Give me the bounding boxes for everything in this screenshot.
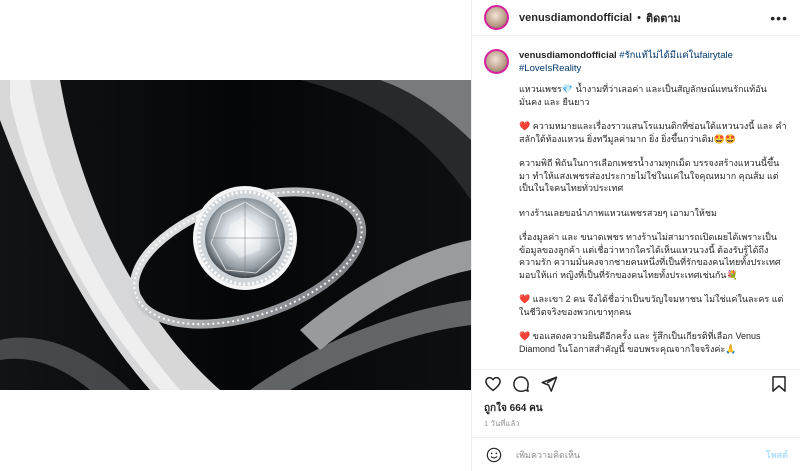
action-bar <box>472 369 800 397</box>
post-comment-button[interactable]: โพสต์ <box>766 448 788 462</box>
save-button[interactable] <box>768 373 790 395</box>
comment-input[interactable] <box>516 449 766 460</box>
gem-icon: 💎 <box>561 84 574 94</box>
caption-paragraph: ความพิถี พิถันในการเลือกเพชรน้ำงามทุกเม็… <box>519 158 780 193</box>
caption-paragraph: แหวนเพชร💎 น้ำงามที่ว่าเลอค่า และเป็นสัญล… <box>519 83 788 108</box>
caption-paragraph: ❤️ ความหมายและเรื่องราวแสนโรแมนติกที่ซ่อ… <box>519 120 788 145</box>
heart-emoji-icon: ❤️ <box>519 331 531 341</box>
post-media <box>0 0 471 471</box>
username-link[interactable]: venusdiamondofficial <box>519 12 632 24</box>
caption-text: แหวนเพชร💎 น้ำงามที่ว่าเลอค่า และเป็นสัญล… <box>519 83 788 355</box>
hashtag-link[interactable]: #LoveIsReality <box>519 63 581 74</box>
ring-image <box>0 80 471 390</box>
post-panel: venusdiamondofficial • ติดตาม ••• venusd… <box>471 0 800 471</box>
heart-icon <box>485 376 501 391</box>
post-header: venusdiamondofficial • ติดตาม ••• <box>472 0 800 36</box>
avatar[interactable] <box>484 49 509 74</box>
avatar[interactable] <box>484 5 509 30</box>
caption-paragraph: ทางร้านเลยขอนำภาพแหวนเพชรสวยๆ เอามาให้ชม <box>519 207 717 218</box>
caption-span: ขอแสดงความยินดีอีกครั้ง และ รู้สึกเป็นเก… <box>519 331 761 354</box>
more-options-icon[interactable]: ••• <box>770 10 788 26</box>
caption-title: venusdiamondofficial #รักแท้ไม่ได้มีแค่ใ… <box>519 49 733 75</box>
separator-dot: • <box>637 11 641 24</box>
caption-header: venusdiamondofficial #รักแท้ไม่ได้มีแค่ใ… <box>484 49 788 75</box>
caption-username-link[interactable]: venusdiamondofficial <box>519 50 617 61</box>
likes-count[interactable]: ถูกใจ 664 คน <box>484 401 543 416</box>
heart-emoji-icon: ❤️ <box>519 121 531 131</box>
ring-photo[interactable] <box>0 80 471 390</box>
comment-icon <box>513 375 529 392</box>
caption-paragraph: ❤️ ขอแสดงความยินดีอีกครั้ง และ รู้สึกเป็… <box>519 330 788 355</box>
caption-span: แหวนเพชร <box>519 84 562 94</box>
caption-span: และเขา 2 คน จึงได้ชื่อว่าเป็นขวัญใจมหาชน… <box>519 294 784 317</box>
emoji-icon <box>486 447 502 462</box>
emoji-button[interactable] <box>484 445 504 465</box>
caption-span: ความหมายและเรื่องราวแสนโรแมนติกที่ซ่อนใต… <box>519 121 787 144</box>
heart-emoji-icon: ❤️ <box>519 294 531 304</box>
follow-button[interactable]: ติดตาม <box>646 9 681 27</box>
post-timestamp[interactable]: 1 วันที่แล้ว <box>484 418 520 430</box>
share-button[interactable] <box>538 373 560 395</box>
caption-area: venusdiamondofficial #รักแท้ไม่ได้มีแค่ใ… <box>472 37 800 369</box>
comment-bar: โพสต์ <box>472 437 800 471</box>
like-button[interactable] <box>482 373 504 395</box>
share-icon <box>541 376 558 392</box>
bookmark-icon <box>772 375 786 392</box>
hashtag-link[interactable]: #รักแท้ไม่ได้มีแค่ในfairytale <box>619 50 733 61</box>
caption-paragraph: เรื่องมูลค่า และ ขนาดเพชร ทางร้านไม่สามา… <box>519 232 781 280</box>
comment-button[interactable] <box>510 373 532 395</box>
caption-paragraph: ❤️ และเขา 2 คน จึงได้ชื่อว่าเป็นขวัญใจมห… <box>519 293 788 318</box>
